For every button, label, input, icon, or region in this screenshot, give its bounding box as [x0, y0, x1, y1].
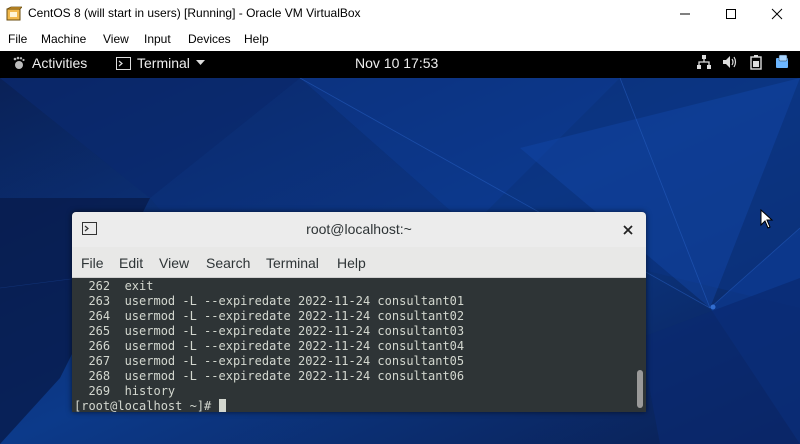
history-line: 267 usermod -L --expiredate 2022-11-24 c… — [74, 354, 465, 368]
prompt-line[interactable]: [root@localhost ~]# — [74, 399, 226, 412]
chevron-down-icon — [195, 60, 205, 65]
terminal-menu-file[interactable]: File — [81, 255, 104, 271]
terminal-menu-search[interactable]: Search — [206, 255, 250, 271]
terminal-output[interactable]: 262 exit 263 usermod -L --expiredate 202… — [72, 278, 634, 412]
volume-icon[interactable] — [722, 54, 738, 70]
app-menu-label: Terminal — [137, 55, 190, 71]
history-line: 266 usermod -L --expiredate 2022-11-24 c… — [74, 339, 465, 353]
terminal-menubar: File Edit View Search Terminal Help — [72, 247, 646, 278]
window-controls — [662, 0, 800, 28]
vbox-menubar: File Machine View Input Devices Help — [0, 28, 800, 52]
minimize-icon — [680, 13, 690, 15]
text-cursor — [218, 399, 226, 412]
terminal-menu-help[interactable]: Help — [337, 255, 366, 271]
maximize-button[interactable] — [708, 0, 754, 28]
history-line: 269 history — [74, 384, 176, 398]
menu-help[interactable]: Help — [244, 32, 269, 46]
virtualbox-icon — [6, 6, 22, 21]
terminal-menu-view[interactable]: View — [159, 255, 189, 271]
menu-machine[interactable]: Machine — [41, 32, 86, 46]
terminal-scrollbar[interactable] — [636, 278, 644, 412]
mouse-pointer-icon — [760, 209, 774, 229]
terminal-close-icon[interactable] — [622, 224, 634, 236]
history-line: 262 exit — [74, 279, 154, 293]
terminal-menu-edit[interactable]: Edit — [119, 255, 143, 271]
scrollbar-thumb[interactable] — [637, 370, 643, 408]
terminal-app-icon — [116, 56, 131, 70]
maximize-icon — [726, 9, 736, 19]
window-title: CentOS 8 (will start in users) [Running]… — [28, 6, 361, 20]
terminal-menu-terminal[interactable]: Terminal — [266, 255, 319, 271]
history-line: 265 usermod -L --expiredate 2022-11-24 c… — [74, 324, 465, 338]
network-icon[interactable] — [696, 54, 712, 70]
menu-file[interactable]: File — [8, 32, 27, 46]
close-button[interactable] — [754, 0, 800, 28]
menu-input[interactable]: Input — [144, 32, 171, 46]
shell-prompt: [root@localhost ~]# — [74, 399, 219, 412]
battery-icon[interactable] — [748, 54, 764, 70]
activities-button[interactable]: Activities — [12, 55, 87, 71]
terminal-title: root@localhost:~ — [306, 221, 412, 237]
gnome-foot-icon — [13, 56, 25, 69]
menu-view[interactable]: View — [103, 32, 129, 46]
guest-display[interactable]: Activities Terminal Nov 10 17:53 root@lo… — [0, 51, 800, 444]
activities-label: Activities — [32, 55, 88, 71]
history-line: 263 usermod -L --expiredate 2022-11-24 c… — [74, 294, 465, 308]
menu-devices[interactable]: Devices — [188, 32, 231, 46]
clock[interactable]: Nov 10 17:53 — [355, 55, 438, 71]
gnome-topbar: Activities Terminal Nov 10 17:53 — [0, 51, 800, 78]
minimize-button[interactable] — [662, 0, 708, 28]
app-menu[interactable]: Terminal — [116, 55, 205, 71]
terminal-headerbar[interactable]: root@localhost:~ — [72, 212, 646, 247]
history-line: 268 usermod -L --expiredate 2022-11-24 c… — [74, 369, 465, 383]
notification-icon[interactable] — [774, 54, 790, 70]
close-icon — [771, 8, 783, 20]
history-line: 264 usermod -L --expiredate 2022-11-24 c… — [74, 309, 465, 323]
terminal-window[interactable]: root@localhost:~ File Edit View Search T… — [72, 212, 646, 412]
system-tray[interactable] — [696, 54, 790, 70]
vbox-titlebar: CentOS 8 (will start in users) [Running]… — [0, 0, 800, 28]
